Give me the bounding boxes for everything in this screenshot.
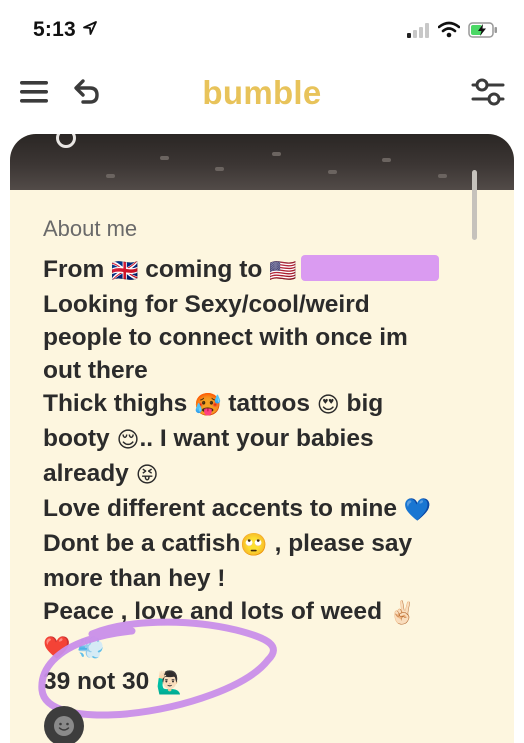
bio-line: ❤️ 💨 <box>43 630 483 665</box>
wifi-icon <box>437 21 461 43</box>
profile-card[interactable]: About me From 🇬🇧 coming to 🇺🇸 Looking fo… <box>10 134 514 743</box>
victory-hand-icon: ✌🏻 <box>388 601 417 626</box>
redaction-mark <box>300 255 439 281</box>
bio-line: people to connect with once im <box>43 324 408 351</box>
hot-face-icon: 🥵 <box>194 393 222 418</box>
filter-icon <box>471 77 505 112</box>
status-bar: 5:13 <box>0 0 524 60</box>
person-raising-hand-icon: 🙋🏻‍♂️ <box>156 671 184 696</box>
bio-line: Dont be a catfish🙄 , please say <box>43 527 483 562</box>
us-flag-icon: 🇺🇸 <box>269 259 297 284</box>
bio-line: Love different accents to mine 💙 <box>43 492 483 527</box>
bio-line: From 🇬🇧 coming to 🇺🇸 <box>43 253 483 288</box>
tongue-face-icon: 😝 <box>135 463 159 488</box>
blue-heart-icon: 💙 <box>403 498 432 523</box>
cellular-signal-icon <box>406 22 430 43</box>
location-arrow-icon <box>82 20 98 41</box>
bio-text: From 🇬🇧 coming to 🇺🇸 Looking for Sexy/co… <box>43 253 483 700</box>
smiley-icon <box>54 716 74 736</box>
bio-line: already 😝 <box>43 457 483 492</box>
about-me-heading: About me <box>43 216 138 241</box>
scrollbar[interactable] <box>472 170 477 240</box>
photo-ring-shape <box>56 134 76 148</box>
bio-line: more than hey ! <box>43 565 226 592</box>
eye-roll-icon: 🙄 <box>240 533 268 558</box>
status-time: 5:13 <box>33 18 76 41</box>
status-time-group: 5:13 <box>33 18 98 42</box>
avatar[interactable] <box>44 706 84 743</box>
profile-photo[interactable] <box>10 134 514 190</box>
bio-line: Peace , love and lots of weed ✌🏻 <box>43 595 483 630</box>
bio-line: Looking for Sexy/cool/weird <box>43 291 370 318</box>
relieved-face-icon: 😌 <box>116 428 140 453</box>
bio-line: booty 😌.. I want your babies <box>43 422 483 457</box>
uk-flag-icon: 🇬🇧 <box>111 259 139 284</box>
app-logo-title: bumble <box>202 74 322 111</box>
bio-line: out there <box>43 357 148 384</box>
filter-button[interactable] <box>468 74 508 114</box>
bio-line-age: 39 not 30 🙋🏻‍♂️ <box>43 665 483 700</box>
app-header: bumble <box>0 60 524 130</box>
heart-eyes-icon: 😍 <box>316 393 340 418</box>
battery-charging-icon <box>468 21 498 43</box>
dash-icon: 💨 <box>77 636 105 661</box>
bio-line: Thick thighs 🥵 tattoos 😍 big <box>43 387 483 422</box>
status-icons <box>406 21 498 43</box>
red-heart-icon: ❤️ <box>43 636 71 661</box>
app-screen: 5:13 bumble About me From 🇬🇧 coming to 🇺… <box>0 0 524 743</box>
